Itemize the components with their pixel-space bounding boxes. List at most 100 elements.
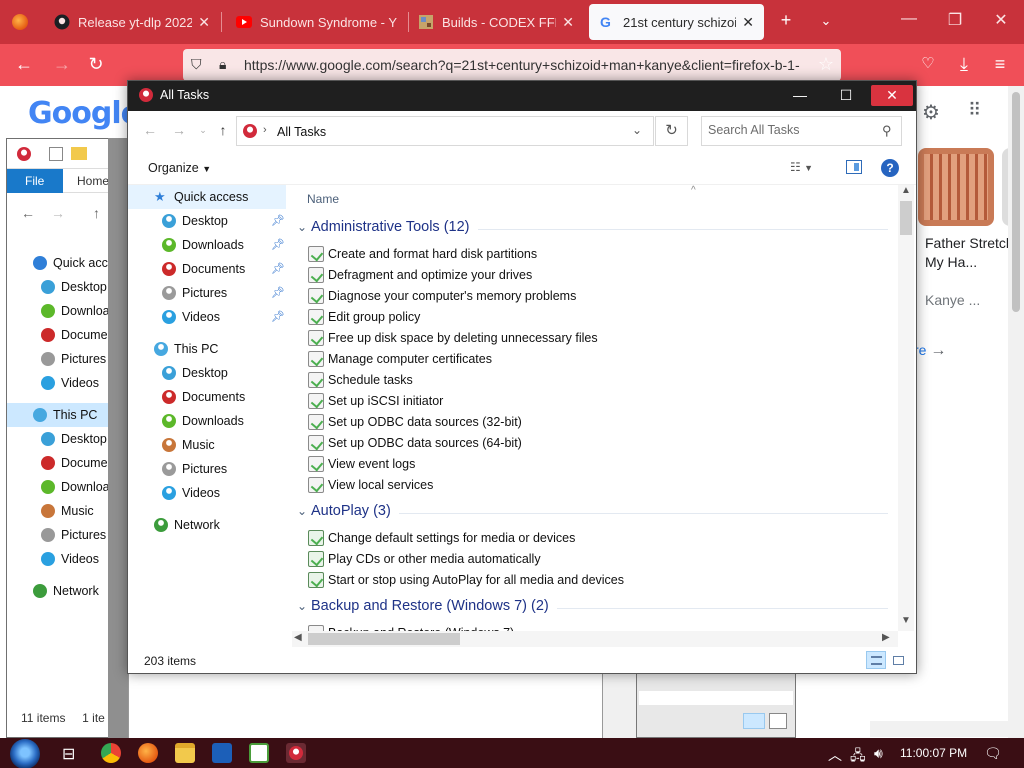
details-view-icon[interactable] <box>866 651 886 669</box>
help-icon[interactable]: ? <box>881 159 899 177</box>
chevron-down-icon[interactable]: ⌄ <box>297 599 307 613</box>
pocket-icon[interactable]: ♡ <box>916 54 940 72</box>
large-icons-view-icon[interactable] <box>888 651 908 669</box>
page-scrollbar[interactable] <box>1008 86 1024 738</box>
horizontal-scrollbar[interactable]: ◀ ▶ <box>292 631 898 647</box>
horizontal-scrollbar[interactable] <box>639 691 793 705</box>
change-view-icon[interactable]: ☷ ▼ <box>790 160 813 174</box>
task-item[interactable]: Edit group policy <box>308 306 420 327</box>
nav-item-pictures[interactable]: Pictures 📌︎ <box>128 281 286 305</box>
back-arrow-icon[interactable]: ← <box>21 205 35 221</box>
back-arrow-icon[interactable]: ← <box>12 54 36 75</box>
nav-item-downloads[interactable]: Downloads 📌︎ <box>128 233 286 257</box>
task-item[interactable]: Change default settings for media or dev… <box>308 527 575 548</box>
nav-item-documents[interactable]: Documents <box>128 385 286 409</box>
task-item[interactable]: Start or stop using AutoPlay for all med… <box>308 569 624 590</box>
restore-icon[interactable]: ❐ <box>940 10 970 30</box>
apps-grid-icon[interactable]: ⠿ <box>968 100 981 121</box>
chevron-down-icon[interactable]: ⌄ <box>297 504 307 518</box>
refresh-button[interactable]: ↻ <box>655 116 688 146</box>
reload-icon[interactable]: ↻ <box>84 54 108 75</box>
google-logo[interactable]: Google <box>28 96 141 131</box>
group-header[interactable]: ⌄ Administrative Tools (12) <box>296 217 896 241</box>
task-item[interactable]: Set up ODBC data sources (64-bit) <box>308 432 522 453</box>
close-tab-icon[interactable]: ✕ <box>742 14 754 31</box>
chevron-down-icon[interactable]: ⌄ <box>632 123 642 137</box>
downloads-icon[interactable]: ⤓ <box>952 54 976 75</box>
search-icon[interactable]: ⚲ <box>882 123 892 139</box>
chevron-down-icon[interactable]: ⌄ <box>297 220 307 234</box>
nav-item-downloads[interactable]: Downloads <box>128 409 286 433</box>
task-item[interactable]: Manage computer certificates <box>308 348 492 369</box>
song-title[interactable]: Father Stretch My Ha... <box>925 234 1015 272</box>
network-icon[interactable]: 🖧︎ <box>850 745 866 768</box>
all-tasks-window[interactable]: All Tasks — ☐ ✕ ← → ⌄ ↑ › All Tasks ⌄ ↻ … <box>127 80 917 674</box>
shield-icon[interactable]: ⛉ <box>191 56 202 73</box>
group-header[interactable]: ⌄ AutoPlay (3) <box>296 501 896 525</box>
url-bar[interactable]: ⛉ 🔒︎ https://www.google.com/search?q=21s… <box>183 49 841 81</box>
close-window-icon[interactable]: ✕ <box>986 10 1016 30</box>
show-hidden-icons-icon[interactable]: ︿ <box>828 745 842 765</box>
maximize-icon[interactable]: ☐ <box>825 85 867 106</box>
firefox-icon[interactable] <box>12 14 28 30</box>
close-window-icon[interactable]: ✕ <box>871 85 913 106</box>
list-tabs-icon[interactable]: ⌄ <box>814 13 838 29</box>
nav-item-videos[interactable]: Videos <box>128 481 286 505</box>
url-text[interactable]: https://www.google.com/search?q=21st+cen… <box>244 57 804 73</box>
more-link[interactable]: re → <box>914 342 946 360</box>
search-box[interactable]: ⚲ <box>701 116 902 146</box>
forward-arrow-icon[interactable]: → <box>51 205 65 221</box>
folder-icon[interactable] <box>71 147 87 160</box>
task-item[interactable]: Defragment and optimize your drives <box>308 264 532 285</box>
nav-item-this-pc[interactable]: This PC <box>128 337 286 361</box>
organize-menu[interactable]: Organize ▼ <box>148 161 211 175</box>
recent-locations-icon[interactable]: ⌄ <box>194 125 212 136</box>
clock[interactable]: 11:00:07 PM <box>900 746 967 760</box>
task-item[interactable]: Free up disk space by deleting unnecessa… <box>308 327 598 348</box>
search-input[interactable] <box>708 123 878 137</box>
tab-codex-ffmpeg-builds[interactable]: Builds - CODEX FFMPE ✕ <box>408 4 584 40</box>
notifications-icon[interactable]: 🗨︎ <box>984 745 1002 762</box>
back-arrow-icon[interactable]: ← <box>141 122 159 138</box>
start-button[interactable] <box>10 739 40 768</box>
home-tab[interactable]: Home <box>77 174 109 188</box>
vertical-scrollbar[interactable]: ▲ ▼ <box>898 185 914 631</box>
close-tab-icon[interactable]: ✕ <box>562 14 574 31</box>
minimize-icon[interactable]: — <box>894 10 924 28</box>
bookmark-star-icon[interactable]: ☆ <box>814 54 838 75</box>
nav-item-desktop[interactable]: Desktop 📌︎ <box>128 209 286 233</box>
settings-gear-icon[interactable]: ⚙ <box>922 100 940 125</box>
breadcrumb-all-tasks[interactable]: All Tasks <box>277 125 326 139</box>
new-tab-icon[interactable]: + <box>774 10 798 31</box>
task-item[interactable]: Create and format hard disk partitions <box>308 243 537 264</box>
details-view-icon[interactable] <box>743 713 765 729</box>
forward-arrow-icon[interactable]: → <box>50 54 74 75</box>
nav-item-pictures[interactable]: Pictures <box>128 457 286 481</box>
tab-sundown-syndrome[interactable]: Sundown Syndrome - Y <box>226 4 408 40</box>
column-name[interactable]: Name <box>307 192 339 206</box>
calculator-icon[interactable] <box>249 743 269 763</box>
volume-icon[interactable]: 🔊︎ <box>874 745 883 762</box>
task-item[interactable]: Play CDs or other media automatically <box>308 548 541 569</box>
task-item[interactable]: Diagnose your computer's memory problems <box>308 285 576 306</box>
large-icons-view-icon[interactable] <box>769 713 787 729</box>
tab-google-search[interactable]: G 21st century schizoid m ✕ <box>589 4 764 40</box>
tab-yt-dlp-release[interactable]: Release yt-dlp 2022.11 ✕ <box>44 4 220 40</box>
up-arrow-icon[interactable]: ↑ <box>93 205 100 221</box>
firefox-icon[interactable] <box>138 743 158 763</box>
close-tab-icon[interactable]: ✕ <box>198 14 210 31</box>
task-item[interactable]: Set up iSCSI initiator <box>308 390 443 411</box>
forward-arrow-icon[interactable]: → <box>170 122 188 138</box>
task-item[interactable]: Schedule tasks <box>308 369 413 390</box>
nav-item-network[interactable]: Network <box>128 513 286 537</box>
horizontal-scrollbar[interactable] <box>870 721 1010 737</box>
window-title-bar[interactable]: All Tasks — ☐ ✕ <box>128 81 916 111</box>
task-item[interactable]: View local services <box>308 474 433 495</box>
nav-item-quick-access[interactable]: ★ Quick access <box>128 185 286 209</box>
up-arrow-icon[interactable]: ↑ <box>214 122 232 138</box>
menu-icon[interactable]: ≡ <box>988 54 1012 75</box>
file-explorer-icon[interactable] <box>175 743 195 763</box>
properties-icon[interactable] <box>49 147 63 161</box>
minimize-icon[interactable]: — <box>779 85 821 106</box>
powershell-icon[interactable] <box>212 743 232 763</box>
